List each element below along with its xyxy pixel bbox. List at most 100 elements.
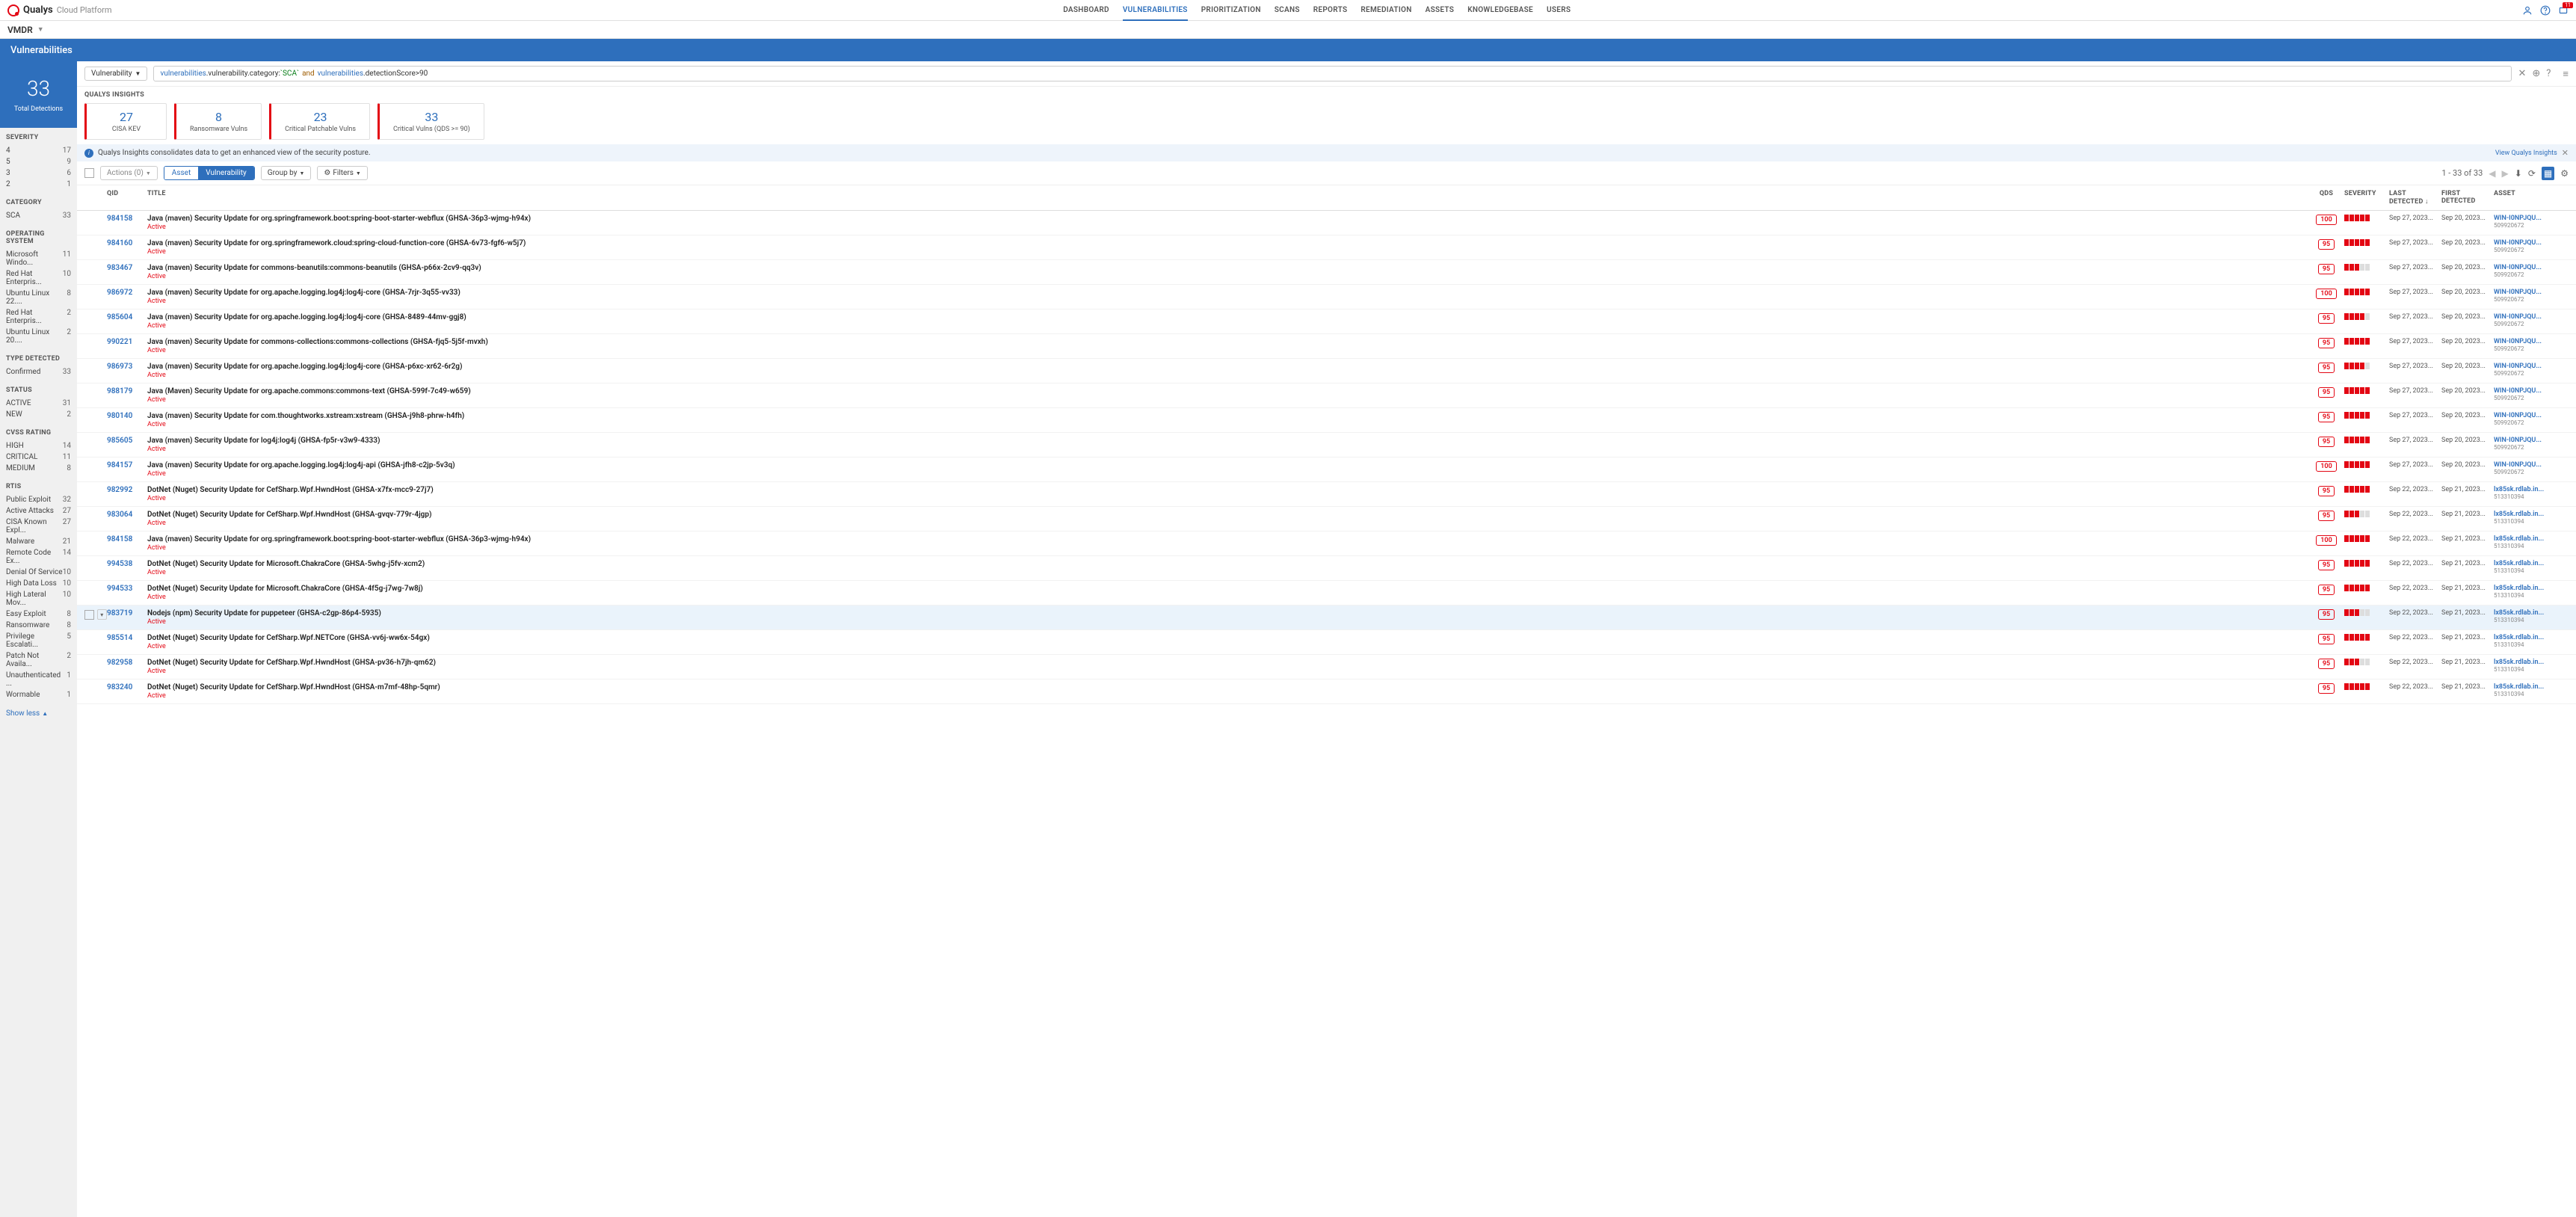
filter-row[interactable]: 417: [6, 145, 71, 156]
asset-link[interactable]: lx85sk.rdlab.in...: [2494, 560, 2569, 567]
asset-link[interactable]: lx85sk.rdlab.in...: [2494, 535, 2569, 543]
filters-dropdown[interactable]: ⚙ Filters ▼: [317, 166, 367, 180]
filter-row[interactable]: Ubuntu Linux 20....2: [6, 327, 71, 346]
qid-link[interactable]: 982992: [107, 486, 132, 494]
qid-link[interactable]: 986972: [107, 289, 132, 297]
nav-scans[interactable]: SCANS: [1275, 0, 1300, 20]
col-asset[interactable]: ASSET: [2494, 190, 2569, 206]
qid-link[interactable]: 984157: [107, 461, 132, 469]
asset-link[interactable]: WIN-I0NPJQU...: [2494, 239, 2569, 247]
asset-link[interactable]: WIN-I0NPJQU...: [2494, 363, 2569, 370]
table-row[interactable]: 986972Java (maven) Security Update for o…: [77, 285, 2576, 309]
filter-row[interactable]: Active Attacks27: [6, 505, 71, 517]
asset-view-button[interactable]: Asset: [164, 167, 198, 179]
next-page-icon[interactable]: ▶: [2502, 168, 2509, 179]
query-help-icon[interactable]: ?: [2546, 68, 2551, 79]
vulnerability-view-button[interactable]: Vulnerability: [198, 167, 254, 179]
asset-link[interactable]: WIN-I0NPJQU...: [2494, 289, 2569, 296]
asset-link[interactable]: lx85sk.rdlab.in...: [2494, 609, 2569, 617]
groupby-dropdown[interactable]: Group by ▼: [261, 166, 312, 180]
asset-link[interactable]: lx85sk.rdlab.in...: [2494, 683, 2569, 691]
module-bar[interactable]: VMDR ▼: [0, 21, 2576, 39]
filter-row[interactable]: Privilege Escalati...5: [6, 631, 71, 650]
nav-dashboard[interactable]: DASHBOARD: [1063, 0, 1109, 20]
query-input[interactable]: vulnerabilities.vulnerability.category:`…: [153, 66, 2512, 81]
qid-link[interactable]: 985514: [107, 634, 132, 642]
asset-link[interactable]: lx85sk.rdlab.in...: [2494, 634, 2569, 641]
col-first-detected[interactable]: FIRST DETECTED: [2441, 190, 2494, 206]
asset-link[interactable]: WIN-I0NPJQU...: [2494, 412, 2569, 419]
filter-row[interactable]: MEDIUM8: [6, 463, 71, 474]
insight-card[interactable]: 33Critical Vulns (QDS >= 90): [378, 103, 484, 140]
table-row[interactable]: 985604Java (maven) Security Update for o…: [77, 309, 2576, 334]
table-row[interactable]: 986973Java (maven) Security Update for o…: [77, 359, 2576, 383]
qid-link[interactable]: 988179: [107, 387, 132, 395]
nav-users[interactable]: USERS: [1547, 0, 1571, 20]
filter-row[interactable]: Remote Code Ex...14: [6, 547, 71, 567]
help-icon[interactable]: [2540, 5, 2551, 16]
table-row[interactable]: 983240DotNet (Nuget) Security Update for…: [77, 680, 2576, 704]
asset-link[interactable]: lx85sk.rdlab.in...: [2494, 585, 2569, 592]
nav-reports[interactable]: REPORTS: [1313, 0, 1348, 20]
table-row[interactable]: 983064DotNet (Nuget) Security Update for…: [77, 507, 2576, 532]
nav-prioritization[interactable]: PRIORITIZATION: [1201, 0, 1261, 20]
settings-icon[interactable]: ⚙: [2560, 168, 2569, 179]
nav-assets[interactable]: ASSETS: [1426, 0, 1455, 20]
table-row[interactable]: 984160Java (maven) Security Update for o…: [77, 235, 2576, 260]
asset-link[interactable]: WIN-I0NPJQU...: [2494, 338, 2569, 345]
filter-row[interactable]: High Lateral Mov...10: [6, 589, 71, 608]
asset-link[interactable]: lx85sk.rdlab.in...: [2494, 659, 2569, 666]
logo[interactable]: Qualys Cloud Platform: [7, 4, 112, 16]
qid-link[interactable]: 994538: [107, 560, 132, 568]
insight-card[interactable]: 27CISA KEV: [84, 103, 167, 140]
expand-row-icon[interactable]: ▾: [97, 609, 107, 620]
qid-link[interactable]: 985604: [107, 313, 132, 321]
qid-link[interactable]: 985605: [107, 437, 132, 445]
filter-row[interactable]: High Data Loss10: [6, 578, 71, 589]
qid-link[interactable]: 994533: [107, 585, 132, 593]
table-row[interactable]: 990221Java (maven) Security Update for c…: [77, 334, 2576, 359]
filter-row[interactable]: Easy Exploit8: [6, 608, 71, 620]
table-row[interactable]: 982992DotNet (Nuget) Security Update for…: [77, 482, 2576, 507]
qid-link[interactable]: 986973: [107, 363, 132, 371]
clear-icon[interactable]: ✕: [2518, 68, 2526, 79]
qid-link[interactable]: 983719: [107, 609, 132, 617]
qid-link[interactable]: 990221: [107, 338, 132, 346]
filter-row[interactable]: Patch Not Availa...2: [6, 650, 71, 670]
nav-vulnerabilities[interactable]: VULNERABILITIES: [1123, 0, 1188, 20]
table-row[interactable]: 994533DotNet (Nuget) Security Update for…: [77, 581, 2576, 606]
filter-row[interactable]: CRITICAL11: [6, 452, 71, 463]
filter-row[interactable]: Microsoft Windo...11: [6, 249, 71, 268]
select-all-checkbox[interactable]: [84, 168, 94, 178]
qid-link[interactable]: 983064: [107, 511, 132, 519]
insight-card[interactable]: 8Ransomware Vulns: [174, 103, 262, 140]
filter-row[interactable]: Public Exploit32: [6, 494, 71, 505]
table-row[interactable]: 985605Java (maven) Security Update for l…: [77, 433, 2576, 457]
nav-remediation[interactable]: REMEDIATION: [1361, 0, 1411, 20]
filter-row[interactable]: Malware21: [6, 536, 71, 547]
table-row[interactable]: 988179Java (Maven) Security Update for o…: [77, 383, 2576, 408]
qid-link[interactable]: 983467: [107, 264, 132, 272]
filter-row[interactable]: Wormable1: [6, 689, 71, 700]
filter-row[interactable]: Unauthenticated ...1: [6, 670, 71, 689]
asset-link[interactable]: lx85sk.rdlab.in...: [2494, 486, 2569, 493]
asset-link[interactable]: WIN-I0NPJQU...: [2494, 437, 2569, 444]
table-row[interactable]: 984158Java (maven) Security Update for o…: [77, 211, 2576, 235]
qid-link[interactable]: 984158: [107, 215, 132, 223]
table-row[interactable]: 994538DotNet (Nuget) Security Update for…: [77, 556, 2576, 581]
columns-icon[interactable]: ▦: [2542, 167, 2554, 180]
filter-row[interactable]: Ubuntu Linux 22....8: [6, 288, 71, 307]
user-icon[interactable]: [2522, 5, 2533, 16]
download-icon[interactable]: ⬇: [2515, 168, 2522, 179]
save-search-icon[interactable]: ⊕: [2532, 68, 2540, 79]
asset-link[interactable]: WIN-I0NPJQU...: [2494, 387, 2569, 395]
table-row[interactable]: ▾983719Nodejs (npm) Security Update for …: [77, 606, 2576, 630]
filter-row[interactable]: Red Hat Enterpris...10: [6, 268, 71, 288]
qid-link[interactable]: 984158: [107, 535, 132, 543]
col-title[interactable]: TITLE: [147, 190, 2308, 206]
table-row[interactable]: 984158Java (maven) Security Update for o…: [77, 532, 2576, 556]
col-qid[interactable]: QID: [107, 190, 147, 206]
filter-row[interactable]: NEW2: [6, 409, 71, 420]
insight-card[interactable]: 23Critical Patchable Vulns: [269, 103, 370, 140]
filter-row[interactable]: ACTIVE31: [6, 398, 71, 409]
